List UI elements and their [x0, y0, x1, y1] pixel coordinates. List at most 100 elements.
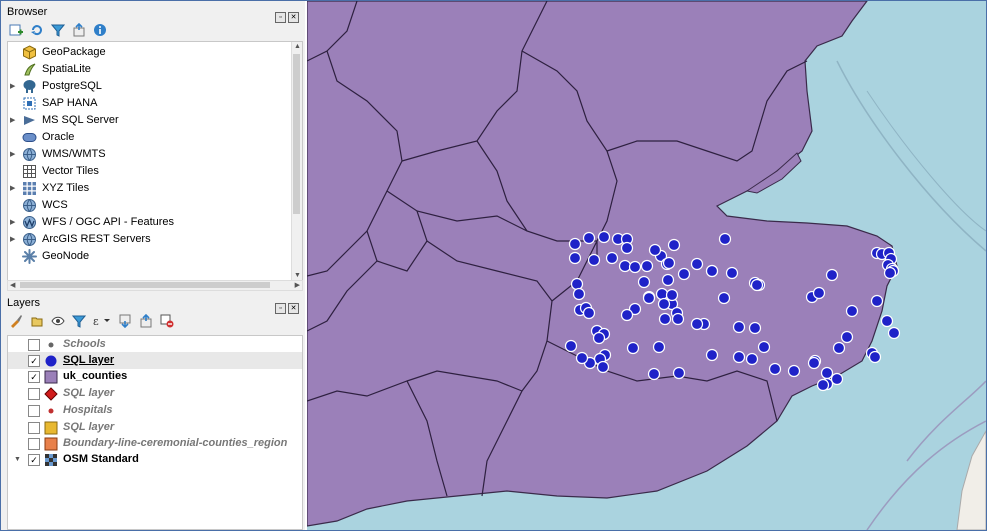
- map-point-marker: [575, 351, 589, 365]
- postgresql-icon: [23, 80, 36, 93]
- layer-visibility-checkbox[interactable]: ✓: [28, 454, 40, 466]
- close-panel-button[interactable]: ✕: [288, 303, 299, 314]
- browser-item-sap-hana[interactable]: SAP HANA: [8, 95, 290, 112]
- scroll-down-arrow-icon[interactable]: ▼: [294, 272, 301, 279]
- browser-item-spatialite[interactable]: SpatiaLite: [8, 61, 290, 78]
- collapse-all-icon[interactable]: [139, 314, 153, 328]
- map-point-marker: [582, 231, 596, 245]
- filter-icon[interactable]: [51, 23, 66, 37]
- wms-icon: [23, 148, 36, 161]
- expand-all-icon[interactable]: [118, 314, 132, 328]
- map-point-marker: [582, 306, 596, 320]
- browser-item-arcgis[interactable]: ▶ ArcGIS REST Servers: [8, 231, 290, 248]
- layer-visibility-checkbox[interactable]: [28, 388, 40, 400]
- layers-panel-header: Layers ▫ ✕: [1, 294, 305, 314]
- layers-panel-buttons: ▫ ✕: [273, 298, 299, 316]
- expand-arrow-icon[interactable]: ▼: [14, 451, 22, 468]
- undock-button[interactable]: ▫: [275, 303, 286, 314]
- expand-arrow-icon[interactable]: ▶: [10, 146, 18, 163]
- orange-fill-icon: [44, 437, 58, 451]
- map-point-marker: [587, 253, 601, 267]
- layer-item-sql-layer-diamond[interactable]: SQL layer: [8, 385, 302, 402]
- map-point-marker: [626, 341, 640, 355]
- map-point-marker: [825, 268, 839, 282]
- layer-visibility-checkbox[interactable]: [28, 339, 40, 351]
- browser-item-oracle[interactable]: Oracle: [8, 129, 290, 146]
- map-point-marker: [768, 362, 782, 376]
- map-canvas[interactable]: [306, 1, 986, 530]
- layer-item-sql-layer-points[interactable]: ✓ SQL layer: [8, 352, 302, 369]
- browser-item-label: Vector Tiles: [42, 165, 99, 177]
- style-brush-icon[interactable]: [9, 314, 23, 328]
- arcgis-icon: [23, 233, 36, 246]
- info-icon[interactable]: [93, 23, 107, 37]
- map-point-marker: [620, 241, 634, 255]
- expand-arrow-icon[interactable]: ▶: [10, 112, 18, 129]
- browser-item-label: XYZ Tiles: [42, 182, 90, 194]
- layers-toolbar: ε: [9, 314, 178, 330]
- small-red-dot-icon: [48, 408, 54, 414]
- layer-item-uk-counties[interactable]: ✓ uk_counties: [8, 368, 302, 385]
- browser-item-label: WMS/WMTS: [42, 148, 106, 160]
- small-grey-dot-icon: [48, 342, 54, 348]
- layer-visibility-checkbox[interactable]: [28, 438, 40, 450]
- browser-item-vector-tiles[interactable]: Vector Tiles: [8, 163, 290, 180]
- qgis-window: Browser ▫ ✕ GeoPackage SpatiaLite ▶ Post…: [0, 0, 987, 531]
- red-diamond-icon: [44, 387, 58, 401]
- filter-legend-icon[interactable]: [72, 314, 87, 328]
- browser-item-geonode[interactable]: GeoNode: [8, 248, 290, 265]
- sap-hana-icon: [23, 97, 36, 110]
- close-panel-button[interactable]: ✕: [288, 12, 299, 23]
- browser-item-wfs[interactable]: ▶ WFS / OGC API - Features: [8, 214, 290, 231]
- layers-tree[interactable]: Schools ✓ SQL layer ✓ uk_counties SQL la…: [7, 335, 303, 530]
- layer-item-schools[interactable]: Schools: [8, 336, 302, 353]
- map-point-marker: [661, 273, 675, 287]
- layer-label: Boundary-line-ceremonial-counties_region: [63, 437, 288, 449]
- layer-visibility-checkbox[interactable]: [28, 422, 40, 434]
- layer-label: Schools: [63, 338, 106, 350]
- filter-expression-icon[interactable]: ε: [93, 314, 111, 328]
- scrollbar-thumb[interactable]: [293, 54, 300, 214]
- scroll-right-arrow-icon[interactable]: ▶: [295, 281, 300, 289]
- browser-item-wcs[interactable]: WCS: [8, 197, 290, 214]
- map-point-marker: [748, 321, 762, 335]
- map-point-marker: [705, 264, 719, 278]
- refresh-icon[interactable]: [30, 23, 44, 37]
- browser-item-wms[interactable]: ▶ WMS/WMTS: [8, 146, 290, 163]
- browser-item-geopackage[interactable]: GeoPackage: [8, 44, 290, 61]
- browser-horizontal-scrollbar[interactable]: ◀ ▶: [7, 280, 303, 291]
- remove-layer-icon[interactable]: [160, 314, 174, 328]
- add-selected-layers-icon[interactable]: [9, 23, 23, 37]
- collapse-all-icon[interactable]: [72, 23, 86, 37]
- map-point-marker: [745, 352, 759, 366]
- add-group-icon[interactable]: [30, 314, 44, 328]
- scroll-left-arrow-icon[interactable]: ◀: [10, 281, 15, 289]
- browser-item-postgresql[interactable]: ▶ PostgreSQL: [8, 78, 290, 95]
- purple-fill-icon: [44, 370, 58, 384]
- map-point-marker: [640, 259, 654, 273]
- undock-button[interactable]: ▫: [275, 12, 286, 23]
- expand-arrow-icon[interactable]: ▶: [10, 78, 18, 95]
- layer-label: SQL layer: [63, 421, 115, 433]
- layer-item-hospitals[interactable]: Hospitals: [8, 402, 302, 419]
- browser-panel-title: Browser: [7, 6, 48, 18]
- layer-item-osm-standard[interactable]: ▼ ✓ OSM Standard: [8, 451, 302, 468]
- layer-item-boundary-line[interactable]: Boundary-line-ceremonial-counties_region: [8, 435, 302, 452]
- layer-visibility-checkbox[interactable]: ✓: [28, 371, 40, 383]
- map-point-marker: [690, 317, 704, 331]
- browser-item-xyz-tiles[interactable]: ▶ XYZ Tiles: [8, 180, 290, 197]
- map-point-marker: [880, 314, 894, 328]
- browser-item-mssql[interactable]: ▶ MS SQL Server: [8, 112, 290, 129]
- scroll-up-arrow-icon[interactable]: ▲: [294, 43, 301, 50]
- layer-item-sql-layer-fill[interactable]: SQL layer: [8, 419, 302, 436]
- expand-arrow-icon[interactable]: ▶: [10, 180, 18, 197]
- layer-visibility-checkbox[interactable]: [28, 405, 40, 417]
- manage-visibility-icon[interactable]: [51, 314, 65, 328]
- expand-arrow-icon[interactable]: ▶: [10, 231, 18, 248]
- expand-arrow-icon[interactable]: ▶: [10, 214, 18, 231]
- layer-visibility-checkbox[interactable]: ✓: [28, 355, 40, 367]
- browser-vertical-scrollbar[interactable]: ▲ ▼: [291, 42, 302, 280]
- wfs-icon: [23, 216, 36, 229]
- browser-tree[interactable]: GeoPackage SpatiaLite ▶ PostgreSQL SAP H…: [7, 41, 303, 281]
- scrollbar-thumb[interactable]: [20, 282, 270, 288]
